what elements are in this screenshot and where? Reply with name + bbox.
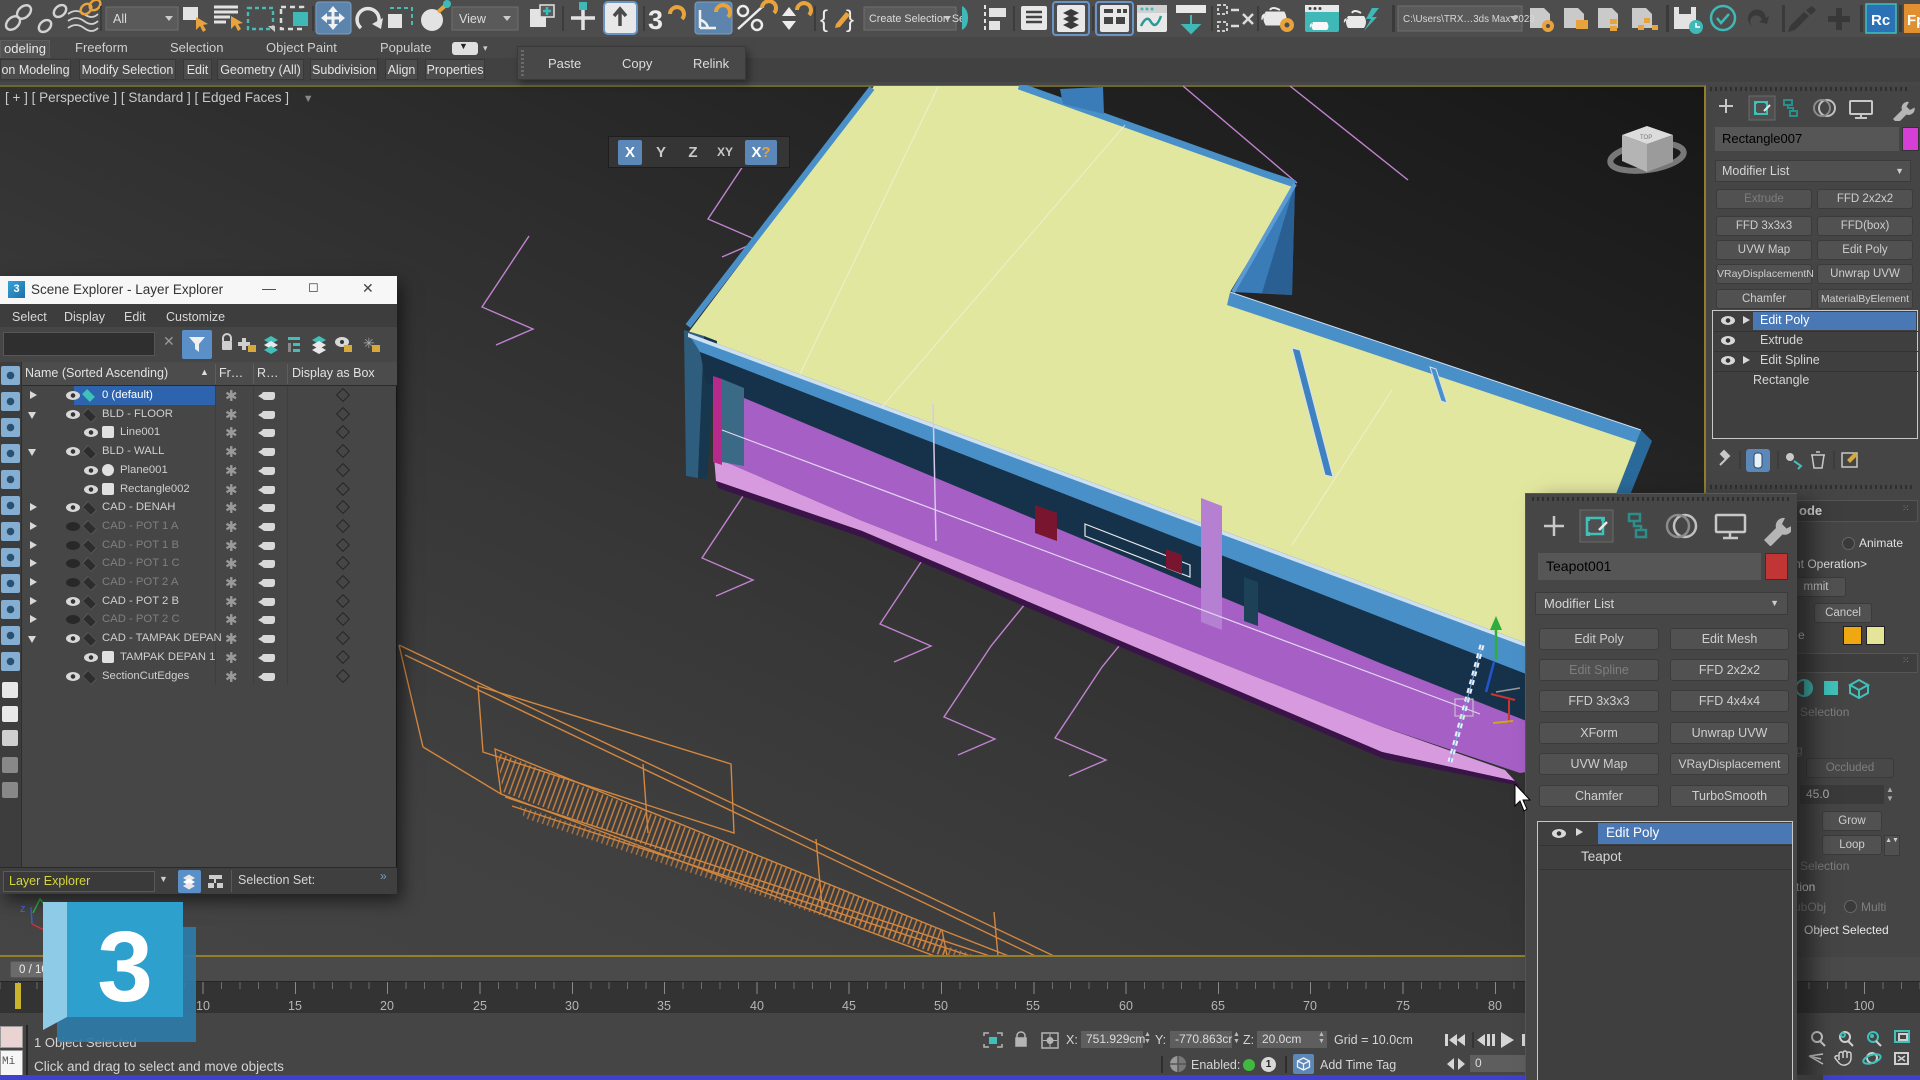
svg-text:{: { xyxy=(820,6,828,33)
svg-text:TOP: TOP xyxy=(1640,135,1652,141)
svg-text:C:\Users\TRX…3ds Max 2023: C:\Users\TRX…3ds Max 2023 xyxy=(1403,14,1535,25)
svg-text:Create Selection Se: Create Selection Se xyxy=(869,13,965,25)
svg-text:}: } xyxy=(846,6,854,33)
svg-text:3: 3 xyxy=(97,911,153,1023)
svg-text:View: View xyxy=(459,12,487,26)
svg-text:z: z xyxy=(20,903,26,915)
svg-text:All: All xyxy=(113,12,127,26)
svg-text:3: 3 xyxy=(648,5,663,35)
svg-text:Fp: Fp xyxy=(1907,12,1920,29)
svg-text:Rc: Rc xyxy=(1871,12,1890,29)
